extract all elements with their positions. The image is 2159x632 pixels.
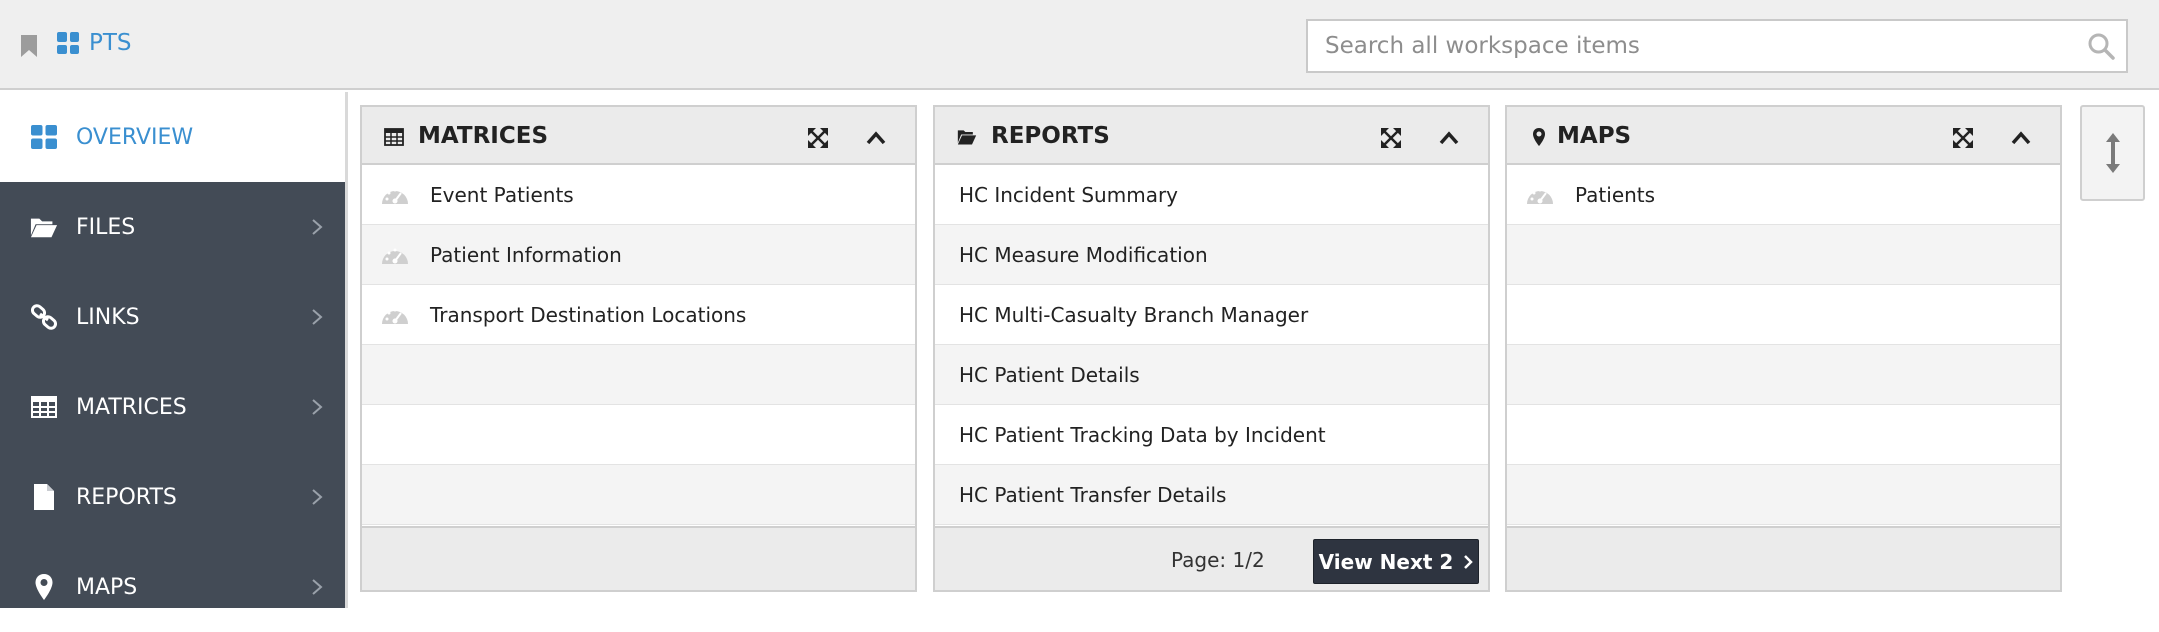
sidebar-item-files[interactable]: FILES [0,182,345,272]
chevron-right-icon [312,309,323,325]
panel-header: MATRICES [362,107,915,165]
table-icon [384,128,404,146]
view-next-label: View Next 2 [1318,549,1454,574]
chevron-right-icon [312,219,323,235]
folder-open-icon [957,130,977,145]
sidebar-item-reports[interactable]: REPORTS [0,452,345,542]
item-label: HC Patient Details [959,362,1140,387]
list-item[interactable]: HC Patient Tracking Data by Incident [935,405,1488,465]
empty-row [362,345,915,405]
sidebar-item-label: REPORTS [76,484,177,510]
panel-header: REPORTS [935,107,1488,165]
sidebar-item-label: LINKS [76,304,140,330]
maps-list: Patients [1507,165,2060,525]
chevron-right-icon [312,399,323,415]
sidebar-item-label: MATRICES [76,394,187,420]
document-icon [30,483,58,511]
item-label: HC Patient Transfer Details [959,482,1227,507]
map-marker-icon [1533,128,1545,146]
item-label: HC Multi-Casualty Branch Manager [959,302,1309,327]
item-label: Patient Information [430,242,622,267]
dashboard-gauge-icon [382,188,408,204]
empty-row [1507,345,2060,405]
panel-footer [1507,526,2060,590]
link-icon [30,303,58,331]
chevron-right-icon [312,489,323,505]
empty-row [1507,465,2060,525]
maps-panel: MAPS Patients [1505,105,2062,592]
search-icon[interactable] [2076,21,2126,71]
list-item[interactable]: HC Patient Details [935,345,1488,405]
table-icon [30,393,58,421]
expand-icon[interactable] [1952,127,1974,149]
panel-title: MATRICES [418,123,549,149]
empty-row [1507,285,2060,345]
chevron-right-icon [1464,554,1474,569]
grid-icon [57,32,79,54]
grid-icon [30,123,58,151]
list-item[interactable]: Patients [1507,165,2060,225]
sidebar-divider [345,92,348,608]
chevron-up-icon[interactable] [865,129,887,147]
dashboard-gauge-icon [382,248,408,264]
empty-row [362,465,915,525]
search-box [1306,19,2128,73]
folder-open-icon [30,213,58,241]
map-marker-icon [30,573,58,601]
view-next-button[interactable]: View Next 2 [1313,539,1479,584]
page-indicator: Page: 1/2 [1171,548,1265,572]
sidebar-item-matrices[interactable]: MATRICES [0,362,345,452]
item-label: HC Patient Tracking Data by Incident [959,422,1326,447]
empty-row [1507,225,2060,285]
chevron-up-icon[interactable] [2010,129,2032,147]
empty-row [362,405,915,465]
dashboard-gauge-icon [1527,188,1553,204]
workspace-link[interactable]: PTS [57,30,132,56]
reports-panel: REPORTS HC Incident Summary HC Measure M… [933,105,1490,592]
sidebar-item-label: OVERVIEW [76,124,194,150]
vertical-resize-icon [2105,133,2120,173]
sidebar-item-overview[interactable]: OVERVIEW [0,92,345,182]
sidebar: OVERVIEW FILES LINKS MATRICES REPORTS MA [0,92,345,608]
layout-resize-handle[interactable] [2080,105,2145,201]
search-input[interactable] [1308,21,2076,71]
item-label: Patients [1575,182,1656,207]
sidebar-item-label: MAPS [76,574,138,600]
top-bar: PTS [0,0,2159,90]
panel-footer: Page: 1/2 View Next 2 [935,526,1488,590]
sidebar-item-label: FILES [76,214,136,240]
chevron-right-icon [312,579,323,595]
panel-header: MAPS [1507,107,2060,165]
chevron-up-icon[interactable] [1438,129,1460,147]
dashboard-gauge-icon [382,308,408,324]
empty-row [1507,405,2060,465]
panel-footer [362,526,915,590]
item-label: Event Patients [430,182,574,207]
item-label: HC Incident Summary [959,182,1179,207]
panel-title: MAPS [1557,123,1632,149]
list-item[interactable]: HC Measure Modification [935,225,1488,285]
list-item[interactable]: HC Patient Transfer Details [935,465,1488,525]
item-label: HC Measure Modification [959,242,1208,267]
matrices-list: Event Patients Patient Information Trans… [362,165,915,525]
matrices-panel: MATRICES Event Patients Patient Informat… [360,105,917,592]
list-item[interactable]: HC Incident Summary [935,165,1488,225]
item-label: Transport Destination Locations [430,302,747,327]
sidebar-item-links[interactable]: LINKS [0,272,345,362]
list-item[interactable]: Transport Destination Locations [362,285,915,345]
list-item[interactable]: Event Patients [362,165,915,225]
reports-list: HC Incident Summary HC Measure Modificat… [935,165,1488,525]
bookmark-icon[interactable] [20,34,38,58]
list-item[interactable]: Patient Information [362,225,915,285]
list-item[interactable]: HC Multi-Casualty Branch Manager [935,285,1488,345]
panel-title: REPORTS [991,123,1110,149]
sidebar-item-maps[interactable]: MAPS [0,542,345,632]
expand-icon[interactable] [807,127,829,149]
workspace-name: PTS [89,30,132,56]
expand-icon[interactable] [1380,127,1402,149]
